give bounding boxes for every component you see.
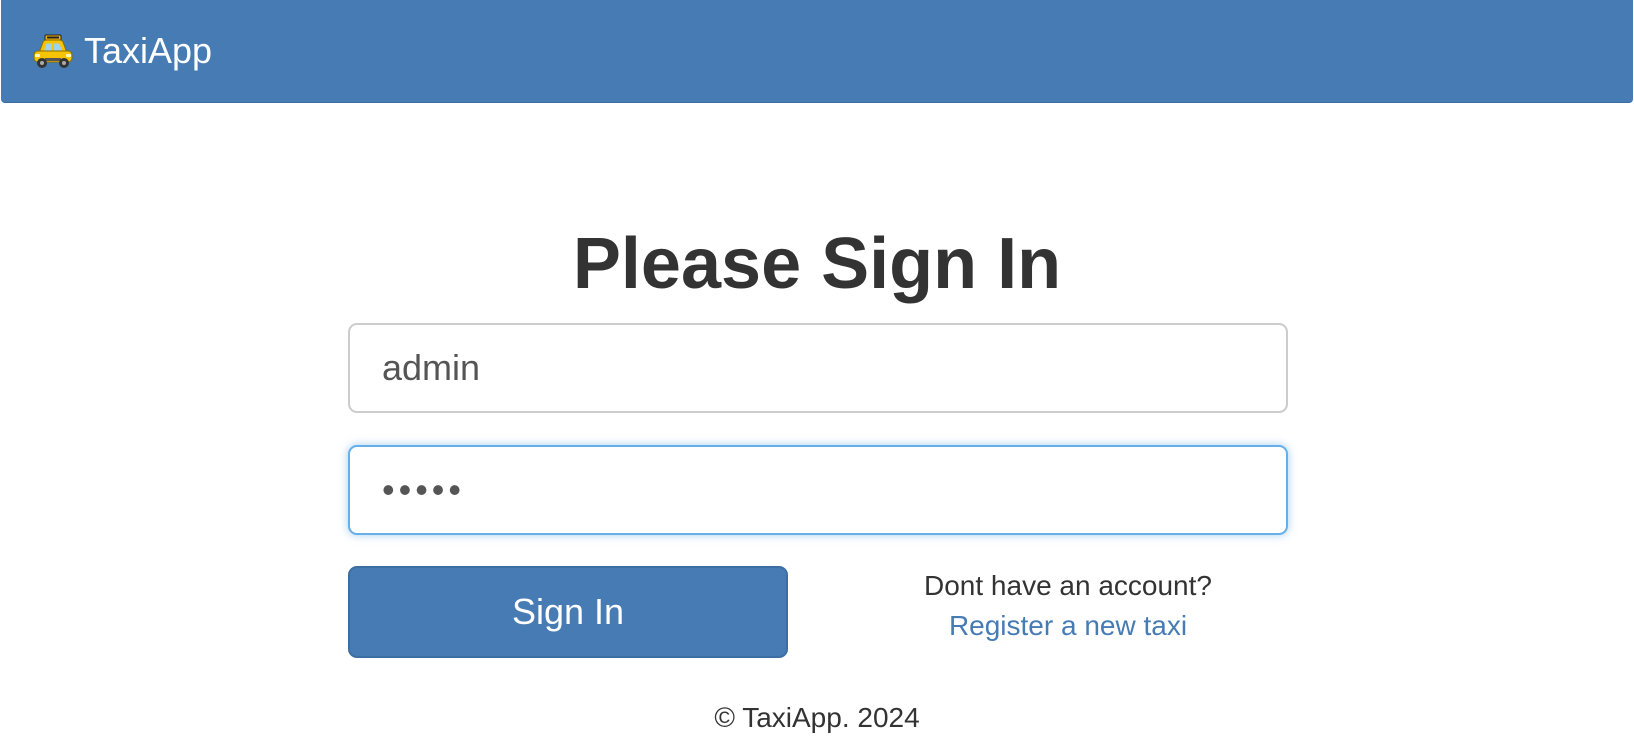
brand-label: TaxiApp xyxy=(84,30,213,71)
register-link[interactable]: Register a new taxi xyxy=(868,606,1268,646)
register-section: Dont have an account? Register a new tax… xyxy=(868,566,1268,646)
password-input[interactable] xyxy=(348,445,1288,535)
navbar: TaxiApp xyxy=(1,0,1633,103)
brand-link[interactable]: TaxiApp xyxy=(31,28,212,74)
page-title: Please Sign In xyxy=(572,224,1062,304)
sign-in-button[interactable]: Sign In xyxy=(348,566,788,658)
footer-copyright: © TaxiApp. 2024 xyxy=(714,702,920,733)
taxi-icon xyxy=(31,31,75,71)
username-input[interactable] xyxy=(348,323,1288,413)
register-prompt: Dont have an account? xyxy=(924,570,1212,601)
